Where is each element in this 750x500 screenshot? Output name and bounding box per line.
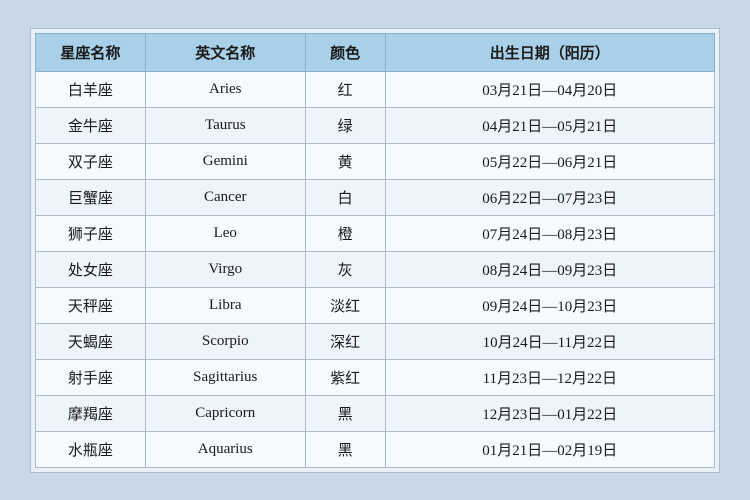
table-row: 水瓶座Aquarius黑01月21日—02月19日 (36, 431, 715, 467)
table-row: 狮子座Leo橙07月24日—08月23日 (36, 215, 715, 251)
header-color: 颜色 (305, 33, 385, 71)
cell-english: Cancer (145, 179, 305, 215)
cell-english: Aquarius (145, 431, 305, 467)
cell-english: Gemini (145, 143, 305, 179)
cell-date: 01月21日—02月19日 (385, 431, 714, 467)
cell-color: 黑 (305, 431, 385, 467)
cell-color: 橙 (305, 215, 385, 251)
cell-color: 绿 (305, 107, 385, 143)
header-english: 英文名称 (145, 33, 305, 71)
table-row: 射手座Sagittarius紫红11月23日—12月22日 (36, 359, 715, 395)
cell-chinese: 白羊座 (36, 71, 146, 107)
cell-color: 灰 (305, 251, 385, 287)
cell-date: 07月24日—08月23日 (385, 215, 714, 251)
table-row: 金牛座Taurus绿04月21日—05月21日 (36, 107, 715, 143)
cell-chinese: 双子座 (36, 143, 146, 179)
cell-chinese: 金牛座 (36, 107, 146, 143)
cell-color: 红 (305, 71, 385, 107)
cell-chinese: 射手座 (36, 359, 146, 395)
header-chinese: 星座名称 (36, 33, 146, 71)
cell-color: 黄 (305, 143, 385, 179)
cell-english: Aries (145, 71, 305, 107)
cell-date: 12月23日—01月22日 (385, 395, 714, 431)
table-row: 处女座Virgo灰08月24日—09月23日 (36, 251, 715, 287)
cell-date: 03月21日—04月20日 (385, 71, 714, 107)
cell-chinese: 天秤座 (36, 287, 146, 323)
cell-chinese: 狮子座 (36, 215, 146, 251)
cell-english: Taurus (145, 107, 305, 143)
cell-color: 淡红 (305, 287, 385, 323)
cell-chinese: 水瓶座 (36, 431, 146, 467)
cell-english: Capricorn (145, 395, 305, 431)
header-date: 出生日期（阳历） (385, 33, 714, 71)
table-row: 巨蟹座Cancer白06月22日—07月23日 (36, 179, 715, 215)
cell-chinese: 处女座 (36, 251, 146, 287)
cell-color: 深红 (305, 323, 385, 359)
cell-chinese: 天蝎座 (36, 323, 146, 359)
cell-date: 11月23日—12月22日 (385, 359, 714, 395)
cell-color: 黑 (305, 395, 385, 431)
table-row: 摩羯座Capricorn黑12月23日—01月22日 (36, 395, 715, 431)
cell-chinese: 巨蟹座 (36, 179, 146, 215)
table-row: 白羊座Aries红03月21日—04月20日 (36, 71, 715, 107)
cell-date: 10月24日—11月22日 (385, 323, 714, 359)
cell-chinese: 摩羯座 (36, 395, 146, 431)
zodiac-table: 星座名称 英文名称 颜色 出生日期（阳历） 白羊座Aries红03月21日—04… (35, 33, 715, 468)
cell-date: 09月24日—10月23日 (385, 287, 714, 323)
table-header-row: 星座名称 英文名称 颜色 出生日期（阳历） (36, 33, 715, 71)
cell-english: Scorpio (145, 323, 305, 359)
table-row: 天秤座Libra淡红09月24日—10月23日 (36, 287, 715, 323)
cell-date: 04月21日—05月21日 (385, 107, 714, 143)
cell-date: 08月24日—09月23日 (385, 251, 714, 287)
table-body: 白羊座Aries红03月21日—04月20日金牛座Taurus绿04月21日—0… (36, 71, 715, 467)
cell-color: 白 (305, 179, 385, 215)
cell-english: Virgo (145, 251, 305, 287)
cell-english: Leo (145, 215, 305, 251)
cell-date: 06月22日—07月23日 (385, 179, 714, 215)
table-row: 双子座Gemini黄05月22日—06月21日 (36, 143, 715, 179)
cell-english: Sagittarius (145, 359, 305, 395)
zodiac-table-container: 星座名称 英文名称 颜色 出生日期（阳历） 白羊座Aries红03月21日—04… (30, 28, 720, 473)
cell-english: Libra (145, 287, 305, 323)
cell-color: 紫红 (305, 359, 385, 395)
table-row: 天蝎座Scorpio深红10月24日—11月22日 (36, 323, 715, 359)
cell-date: 05月22日—06月21日 (385, 143, 714, 179)
